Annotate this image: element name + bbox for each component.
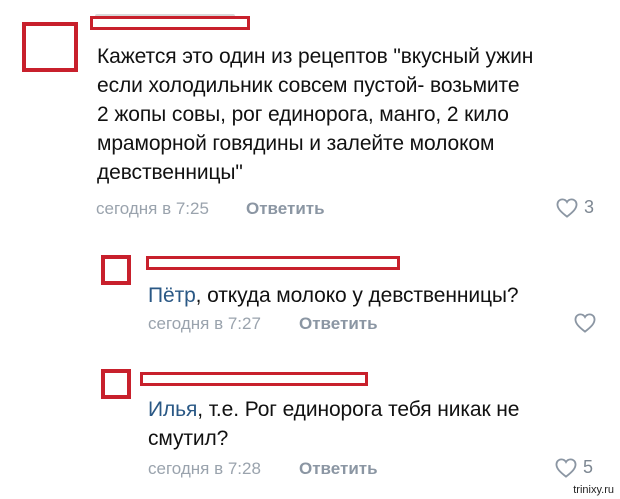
avatar-redacted[interactable] [101,255,131,285]
comment-timestamp: сегодня в 7:28 [148,459,261,478]
like-count: 5 [583,457,594,477]
comment-timestamp: сегодня в 7:27 [148,314,261,333]
comment-text: Пётр, откуда молоко у девственницы? [148,284,519,307]
mention-link[interactable]: Пётр [148,284,196,307]
like-button[interactable]: 5 [555,457,593,478]
comment-text: Кажется это один из рецептов "вкусный уж… [97,45,534,184]
author-name-redacted[interactable] [140,372,368,386]
comment-1: Кажется это один из рецептов "вкусный уж… [0,0,620,240]
mention-link[interactable]: Илья [148,398,197,421]
reply-button[interactable]: Ответить [299,459,378,479]
comment-3: Илья, т.е. Рог единорога тебя никак не с… [0,350,620,499]
comment-2: Пётр, откуда молоко у девственницы? сего… [0,240,620,350]
reply-button[interactable]: Ответить [299,314,378,334]
author-name-redacted[interactable] [146,256,400,270]
comment-text: Илья, т.е. Рог единорога тебя никак не с… [148,398,520,450]
like-button[interactable]: 3 [556,197,594,218]
author-name-redacted[interactable] [90,16,250,30]
comment-timestamp: сегодня в 7:25 [96,199,209,218]
like-count: 3 [584,197,595,217]
avatar-redacted[interactable] [101,369,131,399]
reply-button[interactable]: Ответить [246,199,325,219]
heart-icon [556,197,578,218]
avatar-redacted[interactable] [22,22,78,72]
watermark: trinixy.ru [573,484,614,496]
heart-icon [574,313,596,333]
heart-icon [555,457,577,478]
like-button[interactable] [574,313,602,333]
